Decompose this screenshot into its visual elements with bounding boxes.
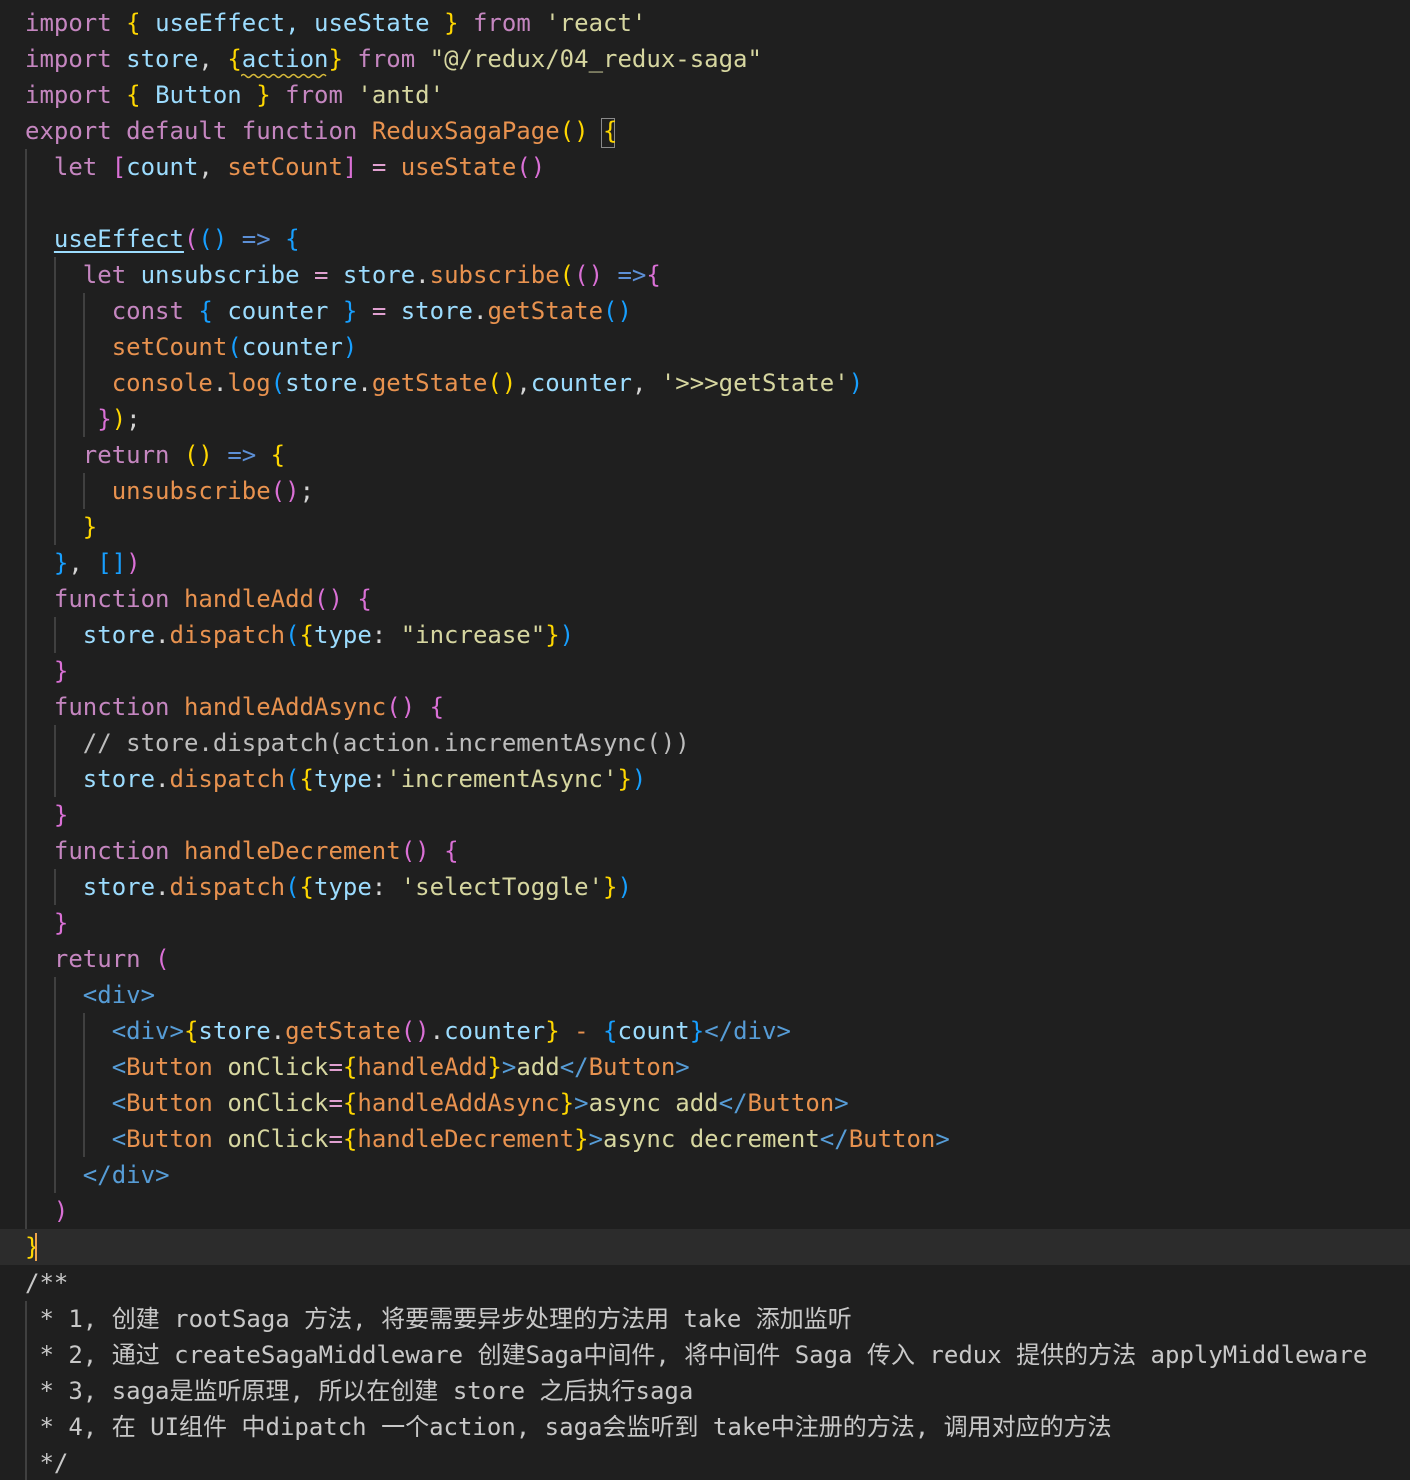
code-line[interactable]: store.dispatch({type: "increase"}) (25, 617, 574, 653)
current-line-highlight (0, 1229, 1410, 1265)
code-line[interactable]: function handleDecrement() { (25, 833, 459, 869)
import-names: useEffect, useState (155, 9, 430, 37)
function-name: handleAddAsync (183, 693, 387, 721)
code-line[interactable]: } (25, 797, 68, 833)
code-line[interactable]: return () => { (25, 437, 285, 473)
code-line[interactable]: <Button onClick={handleAddAsync}>async a… (25, 1085, 849, 1121)
code-line[interactable]: // store.dispatch(action.incrementAsync(… (25, 725, 690, 761)
function-name: ReduxSagaPage (371, 117, 560, 145)
doc-comment-line[interactable]: * 1, 创建 rootSaga 方法, 将要需要异步处理的方法用 take 添… (25, 1301, 851, 1337)
import-names: Button (155, 81, 242, 109)
code-line[interactable]: console.log(store.getState(),counter, '>… (25, 365, 863, 401)
code-editor[interactable]: import { useEffect, useState } from 'rea… (0, 0, 1410, 1480)
doc-comment-open[interactable]: /** (25, 1265, 68, 1301)
string-literal: 'react' (545, 9, 647, 37)
code-line-current[interactable]: } (25, 1229, 39, 1265)
code-line[interactable]: export default function ReduxSagaPage() … (25, 113, 617, 149)
code-line[interactable]: import { useEffect, useState } from 'rea… (25, 5, 646, 41)
string-literal: "@/redux/04_redux-saga" (429, 45, 762, 73)
doc-comment-line[interactable]: * 4, 在 UI组件 中dipatch 一个action, saga会监听到 … (25, 1409, 1111, 1445)
identifier: store (126, 45, 199, 73)
doc-comment-line[interactable]: * 2, 通过 createSagaMiddleware 创建Saga中间件, … (25, 1337, 1367, 1373)
code-line[interactable]: } (25, 905, 68, 941)
code-line[interactable]: unsubscribe(); (25, 473, 314, 509)
code-line[interactable]: } (25, 509, 97, 545)
keyword: from (357, 45, 416, 73)
function-call: useEffect (53, 225, 184, 253)
code-line[interactable]: } (25, 653, 68, 689)
keyword: import (25, 45, 112, 73)
keyword: from (285, 81, 343, 109)
doc-comment-line[interactable]: * 3, saga是监听原理, 所以在创建 store 之后执行saga (25, 1373, 693, 1409)
code-line[interactable]: <Button onClick={handleAdd}>add</Button> (25, 1049, 690, 1085)
code-line[interactable]: <div>{store.getState().counter} - {count… (25, 1013, 791, 1049)
code-line[interactable]: ) (25, 1193, 68, 1229)
code-line[interactable]: store.dispatch({type:'incrementAsync'}) (25, 761, 647, 797)
code-line[interactable]: store.dispatch({type: 'selectToggle'}) (25, 869, 632, 905)
code-line[interactable]: }, []) (25, 545, 141, 581)
code-line[interactable]: }); (25, 401, 140, 437)
string-literal: 'antd' (357, 81, 445, 109)
code-line[interactable]: <Button onClick={handleDecrement}>async … (25, 1121, 950, 1157)
code-line[interactable]: function handleAddAsync() { (25, 689, 444, 725)
text-cursor (35, 1233, 37, 1261)
keyword: import (25, 9, 112, 37)
keyword: import (25, 81, 112, 109)
code-line[interactable]: function handleAdd() { (25, 581, 372, 617)
code-line[interactable]: </div> (25, 1157, 170, 1193)
function-name: handleDecrement (183, 837, 401, 865)
identifier-unused: action (241, 45, 329, 73)
code-line[interactable]: setCount(counter) (25, 329, 358, 365)
doc-comment-close[interactable]: */ (25, 1445, 68, 1480)
code-line[interactable]: useEffect(() => { (25, 221, 300, 257)
code-line[interactable]: import { Button } from 'antd' (25, 77, 444, 113)
code-line[interactable]: import store, {action} from "@/redux/04_… (25, 41, 762, 77)
code-line[interactable]: let unsubscribe = store.subscribe(() =>{ (25, 257, 661, 293)
code-line[interactable]: return ( (25, 941, 170, 977)
code-line[interactable]: let [count, setCount] = useState() (25, 149, 545, 185)
code-line[interactable]: <div> (25, 977, 155, 1013)
keyword: from (472, 9, 531, 37)
code-line[interactable]: const { counter } = store.getState() (25, 293, 632, 329)
line-comment: // store.dispatch(action.incrementAsync(… (82, 729, 690, 757)
function-name: handleAdd (183, 585, 314, 613)
